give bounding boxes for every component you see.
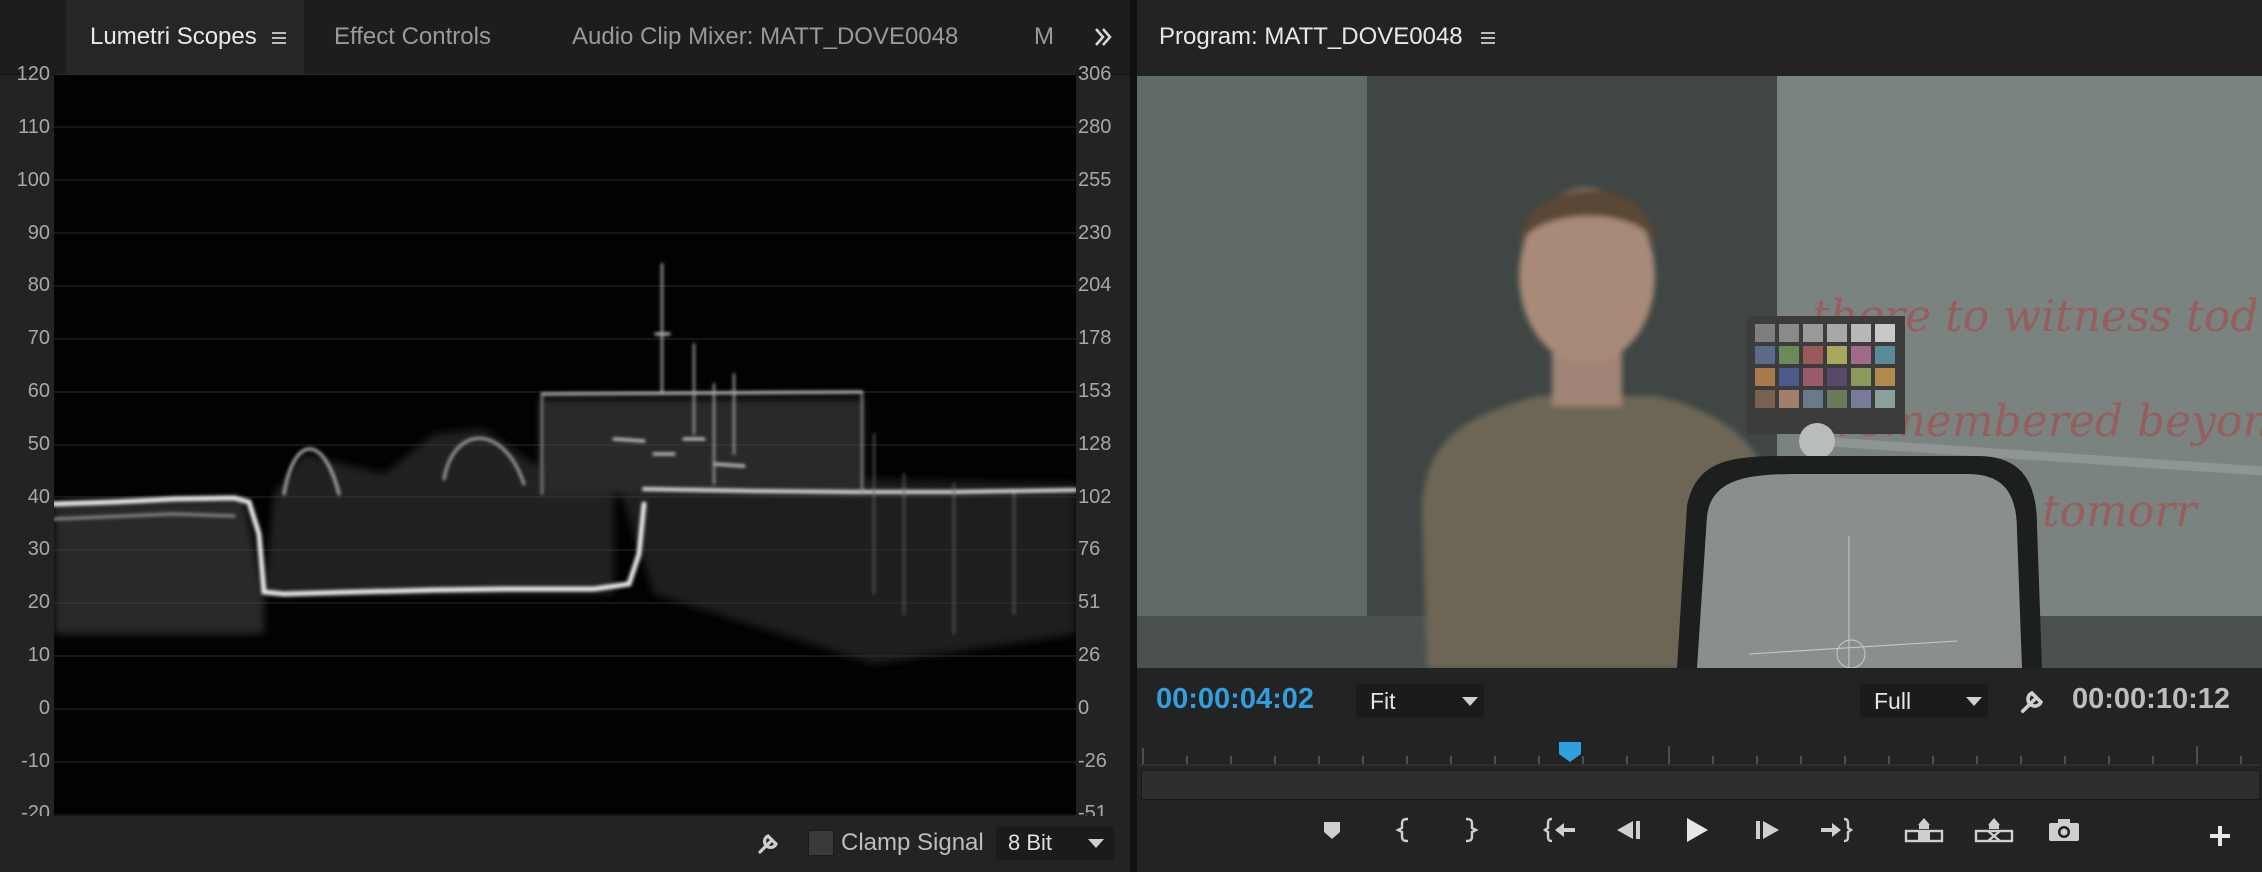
code-axis-label: 26 — [1078, 644, 1101, 666]
color-checker-chart — [1747, 316, 1905, 434]
time-ruler[interactable] — [1139, 736, 2260, 766]
wall-text-line: tomorr — [2042, 486, 2199, 537]
step-forward-button[interactable] — [1748, 812, 1788, 848]
zoom-level-value: Fit — [1370, 688, 1396, 714]
extract-icon — [1974, 818, 2014, 843]
code-axis-label: 128 — [1078, 433, 1112, 455]
video-preview: there to witness tod remembered beyond t… — [1137, 76, 2262, 668]
playhead-marker[interactable] — [1557, 740, 1583, 764]
lift-button[interactable] — [1902, 812, 1946, 848]
bit-depth-dropdown[interactable]: 8 Bit — [996, 826, 1114, 860]
code-axis-label: 102 — [1078, 486, 1112, 508]
ire-axis-label: 20 — [27, 591, 50, 613]
go-to-in-icon — [1543, 817, 1575, 843]
lift-icon — [1904, 818, 1944, 843]
ire-axis-label: 60 — [27, 380, 50, 402]
code-axis-label: 0 — [1078, 697, 1090, 719]
camera-icon — [2049, 819, 2079, 841]
go-to-out-button[interactable] — [1816, 812, 1856, 848]
go-to-in-button[interactable] — [1540, 812, 1580, 848]
program-title-label: Program: MATT_DOVE0048 — [1159, 23, 1463, 50]
mark-in-button[interactable] — [1384, 812, 1424, 848]
zoom-level-dropdown[interactable]: Fit — [1356, 684, 1484, 718]
plus-icon — [2210, 826, 2230, 846]
playback-resolution-dropdown[interactable]: Full — [1860, 684, 1988, 718]
mark-out-icon — [1465, 817, 1479, 843]
tab-audio-clip-mixer[interactable]: Audio Clip Mixer: MATT_DOVE0048 — [572, 0, 992, 74]
wrench-icon[interactable] — [754, 828, 784, 858]
code-axis-label: 306 — [1078, 63, 1112, 85]
ire-axis-label: 80 — [27, 274, 50, 296]
step-forward-icon — [1756, 821, 1779, 839]
program-header: Program: MATT_DOVE0048 — [1137, 0, 2262, 76]
ire-axis-label: 0 — [38, 697, 50, 719]
code-axis-label: 255 — [1078, 169, 1112, 191]
ire-axis-label: 120 — [16, 63, 50, 85]
code-axis-label: 51 — [1078, 591, 1101, 613]
ire-axis-label: 110 — [18, 116, 50, 138]
code-axis-label: 178 — [1078, 327, 1112, 349]
chevron-down-icon — [1462, 697, 1478, 706]
lumetri-scopes-panel: Lumetri Scopes Effect Controls Audio Cli… — [0, 0, 1130, 872]
go-to-out-icon — [1821, 817, 1853, 843]
step-back-button[interactable] — [1608, 812, 1648, 848]
left-tab-bar: Lumetri Scopes Effect Controls Audio Cli… — [0, 0, 1130, 75]
ire-axis-label: 90 — [27, 222, 50, 244]
panel-menu-icon[interactable] — [272, 0, 286, 74]
panel-divider[interactable] — [1130, 0, 1137, 872]
extract-button[interactable] — [1972, 812, 2016, 848]
luma-waveform-scope — [54, 74, 1076, 816]
ire-axis-label: 70 — [27, 327, 50, 349]
ire-axis-label: -10 — [21, 750, 50, 772]
play-icon — [1687, 818, 1708, 842]
tab-lumetri-scopes[interactable]: Lumetri Scopes — [66, 0, 304, 74]
export-frame-button[interactable] — [2044, 812, 2084, 848]
panel-menu-icon[interactable] — [1481, 0, 1495, 74]
chevron-down-icon — [1088, 839, 1104, 848]
add-marker-button[interactable] — [1312, 812, 1352, 848]
playback-resolution-value: Full — [1874, 688, 1912, 714]
code-axis-label: 280 — [1078, 116, 1112, 138]
wrench-icon[interactable] — [2016, 684, 2050, 718]
tab-truncated[interactable]: M — [1034, 0, 1058, 74]
playhead-timecode[interactable]: 00:00:04:02 — [1156, 683, 1314, 716]
ire-axis-label: 50 — [27, 433, 50, 455]
code-axis-label: 204 — [1078, 274, 1112, 296]
bit-depth-value: 8 Bit — [1008, 830, 1053, 855]
ire-axis-label: 10 — [27, 644, 50, 666]
ire-axis-label: 100 — [16, 169, 50, 191]
tab-label: M — [1034, 23, 1054, 50]
chevron-down-icon — [1966, 697, 1982, 706]
code-axis-label: 153 — [1078, 380, 1112, 402]
program-video-frame[interactable]: there to witness tod remembered beyond t… — [1137, 76, 2262, 668]
ire-axis-label: 30 — [27, 538, 50, 560]
mark-in-icon — [1395, 817, 1409, 843]
program-title[interactable]: Program: MATT_DOVE0048 — [1159, 0, 1519, 74]
tab-label: Effect Controls — [334, 23, 491, 50]
clamp-signal-checkbox[interactable] — [808, 830, 834, 856]
tab-effect-controls[interactable]: Effect Controls — [334, 0, 544, 74]
double-chevron-right-icon[interactable] — [1088, 22, 1128, 52]
code-axis-label: 230 — [1078, 222, 1112, 244]
clamp-signal-label: Clamp Signal — [841, 829, 984, 856]
play-button[interactable] — [1676, 812, 1716, 848]
code-axis-label: 76 — [1078, 538, 1101, 560]
marker-icon — [1324, 822, 1340, 839]
code-axis-label: -26 — [1078, 750, 1107, 772]
button-editor-button[interactable] — [2200, 818, 2240, 854]
duration-timecode: 00:00:10:12 — [2072, 683, 2230, 715]
waveform-graphic — [54, 74, 1076, 816]
mark-out-button[interactable] — [1450, 812, 1490, 848]
tab-label: Lumetri Scopes — [90, 23, 257, 50]
tab-label: Audio Clip Mixer: MATT_DOVE0048 — [572, 23, 959, 50]
ire-axis-label: 40 — [27, 486, 50, 508]
zoom-scroll-bar[interactable] — [1141, 770, 2260, 800]
step-back-icon — [1617, 821, 1640, 839]
